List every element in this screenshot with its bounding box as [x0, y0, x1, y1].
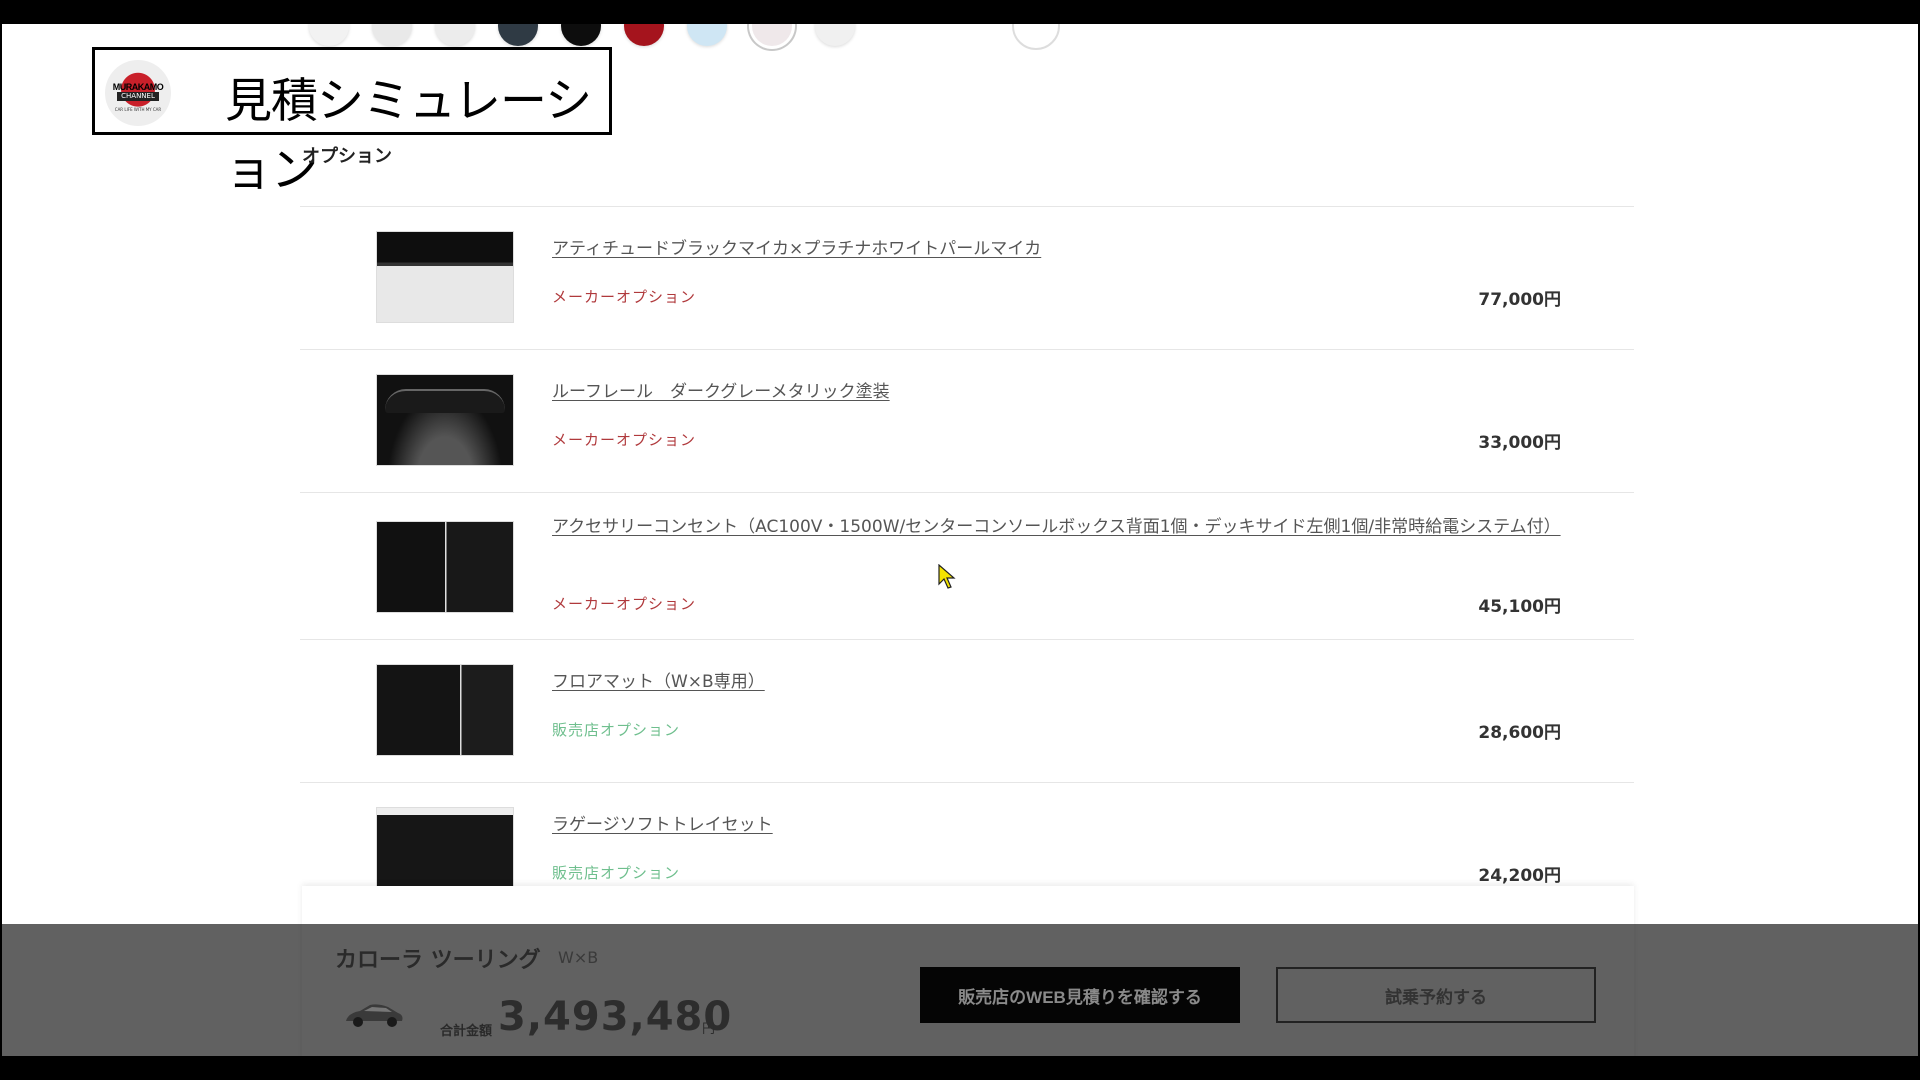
option-type: メーカーオプション — [552, 431, 697, 449]
mouse-cursor-icon — [938, 564, 956, 589]
option-thumbnail[interactable] — [376, 664, 514, 756]
option-price: 77,000円 — [1478, 290, 1561, 310]
color-swatch[interactable] — [624, 24, 664, 46]
color-swatch[interactable] — [435, 24, 475, 46]
total-label: 合計金額 — [440, 1024, 493, 1039]
test-drive-button[interactable]: 試乗予約する — [1276, 967, 1596, 1023]
overlay-title: 見積シミュレーション — [225, 74, 592, 198]
list-item: アクセサリーコンセント（AC100V・1500W/センターコンソールボックス背面… — [300, 493, 1634, 640]
color-swatch[interactable] — [309, 24, 349, 46]
logo-subtext: CHANNEL — [117, 92, 159, 101]
logo-tagline: CAR LIFE WITH MY CAR — [114, 107, 162, 112]
options-list: アティチュードブラックマイカ×プラチナホワイトパールマイカ メーカーオプション … — [300, 206, 1634, 925]
option-name-link[interactable]: ルーフレール ダークグレーメタリック塗装 — [552, 378, 1562, 406]
car-name: カローラ ツーリング — [335, 948, 541, 973]
option-price: 45,100円 — [1478, 597, 1561, 617]
logo-text: MURAKAMO — [112, 82, 164, 92]
option-thumbnail[interactable] — [376, 231, 514, 323]
option-name-link[interactable]: アティチュードブラックマイカ×プラチナホワイトパールマイカ — [552, 235, 1562, 263]
option-price: 24,200円 — [1478, 866, 1561, 886]
color-swatch[interactable] — [752, 24, 792, 46]
color-swatch[interactable] — [561, 24, 601, 46]
option-name-link[interactable]: フロアマット（W×B専用） — [552, 668, 1562, 696]
browser-viewport: MURAKAMO CHANNEL CAR LIFE WITH MY CAR 見積… — [2, 24, 1918, 1056]
channel-overlay: MURAKAMO CHANNEL CAR LIFE WITH MY CAR 見積… — [92, 47, 612, 198]
option-name-link[interactable]: ラゲージソフトトレイセット — [552, 811, 1562, 839]
list-item: アティチュードブラックマイカ×プラチナホワイトパールマイカ メーカーオプション … — [300, 207, 1634, 350]
color-swatch[interactable] — [372, 24, 412, 46]
car-grade: W×B — [558, 948, 599, 967]
option-thumbnail[interactable] — [376, 521, 514, 613]
option-price: 28,600円 — [1478, 723, 1561, 743]
option-type: 販売店オプション — [552, 864, 681, 882]
list-item: フロアマット（W×B専用） 販売店オプション 28,600円 — [300, 640, 1634, 783]
roof-rail-image — [385, 389, 505, 413]
option-name-link[interactable]: アクセサリーコンセント（AC100V・1500W/センターコンソールボックス背面… — [552, 513, 1562, 541]
option-type: メーカーオプション — [552, 595, 697, 613]
option-price: 33,000円 — [1478, 433, 1561, 453]
car-icon — [346, 1004, 403, 1027]
options-section-title: オプション — [302, 146, 392, 167]
web-estimate-button[interactable]: 販売店のWEB見積りを確認する — [920, 967, 1240, 1023]
option-type: 販売店オプション — [552, 721, 681, 739]
color-swatch[interactable] — [687, 24, 727, 46]
color-swatch[interactable] — [498, 24, 538, 46]
channel-logo: MURAKAMO CHANNEL CAR LIFE WITH MY CAR — [105, 60, 171, 126]
list-item: ルーフレール ダークグレーメタリック塗装 メーカーオプション 33,000円 — [300, 350, 1634, 493]
option-type: メーカーオプション — [552, 288, 697, 306]
color-swatch[interactable] — [815, 24, 855, 46]
video-frame: MURAKAMO CHANNEL CAR LIFE WITH MY CAR 見積… — [0, 0, 1920, 1080]
option-thumbnail[interactable] — [376, 374, 514, 466]
total-price: 3,493,480 — [498, 994, 733, 1040]
total-unit: 円 — [702, 1022, 716, 1037]
